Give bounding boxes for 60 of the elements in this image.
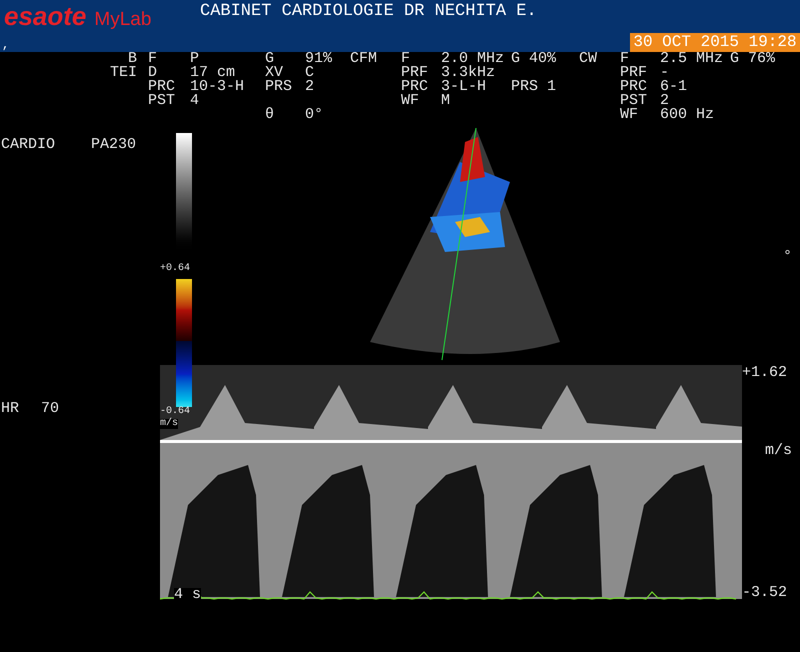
velocity-min-label: -3.52 xyxy=(742,586,788,600)
parameter-value: 40% xyxy=(529,52,556,66)
parameter-name: G xyxy=(511,52,520,66)
parameter-value: 600 Hz xyxy=(660,106,714,123)
parameter-name: F xyxy=(620,50,630,67)
brand-logo: esaote xyxy=(4,2,86,30)
parameter-name: θ xyxy=(265,106,274,123)
velocity-unit-label: m/s xyxy=(764,444,792,458)
parameter-name: G xyxy=(265,50,274,67)
clinic-title: CABINET CARDIOLOGIE DR NECHITA E. xyxy=(200,3,537,21)
parameter-value: M xyxy=(441,92,450,109)
angle-mark: ° xyxy=(782,250,792,264)
scale-max-label: +0.64 xyxy=(160,264,190,274)
parameter-value: 6-1 xyxy=(660,78,688,95)
velocity-max-label: +1.62 xyxy=(742,366,788,380)
parameter-value: 17 cm xyxy=(190,64,236,81)
parameter-name: WF xyxy=(620,106,638,123)
parameter-name: PRC xyxy=(620,78,648,95)
scale-unit-label: m/s xyxy=(160,419,178,429)
parameter-value: 91% xyxy=(305,50,332,67)
parameter-value: 4 xyxy=(190,92,200,109)
parameter-value: P xyxy=(190,50,200,67)
parameter-value: 3-L-H xyxy=(441,78,486,95)
mode-label: B xyxy=(128,50,137,67)
parameter-name: PST xyxy=(620,92,648,109)
parameter-name: PRC xyxy=(148,78,176,95)
heart-rate-label: HR xyxy=(1,402,20,416)
parameter-name: PRS xyxy=(511,80,538,94)
parameter-name: PST xyxy=(148,92,176,109)
parameter-name: XV xyxy=(265,64,284,81)
mode-label: TEI xyxy=(110,64,137,81)
parameter-value: 2 xyxy=(305,78,314,95)
parameter-name: F xyxy=(401,50,410,67)
parameter-name: PRF xyxy=(401,64,428,81)
parameter-value: C xyxy=(305,64,314,81)
parameter-name: F xyxy=(148,50,158,67)
parameter-value: - xyxy=(660,64,670,81)
scale-min-label: -0.64 xyxy=(160,407,190,417)
parameter-name: WF xyxy=(401,92,420,109)
sweep-speed-label: 4 s xyxy=(174,588,202,602)
preset-label: CARDIO xyxy=(1,138,56,152)
status-mark: , xyxy=(2,38,10,52)
parameter-name: G xyxy=(730,52,740,66)
parameter-value: 2.5 MHz xyxy=(660,50,724,67)
parameter-name: D xyxy=(148,64,158,81)
parameter-name: PRF xyxy=(620,64,648,81)
parameter-value: 76% xyxy=(748,52,776,66)
parameter-value: 2 xyxy=(660,92,670,109)
parameter-name: PRS xyxy=(265,78,292,95)
parameter-name: PRC xyxy=(401,78,428,95)
mode-label: CFM xyxy=(350,50,378,67)
heart-rate-value: 70 xyxy=(41,402,60,416)
parameter-value: 0° xyxy=(305,106,324,123)
probe-label: PA230 xyxy=(91,138,136,152)
parameter-value: 1 xyxy=(547,80,556,94)
parameter-value: 10-3-H xyxy=(190,78,244,95)
parameter-value: 3.3kHz xyxy=(441,64,496,81)
date-time: 30 OCT 2015 19:28 xyxy=(630,33,800,52)
product-logo: MyLab xyxy=(94,10,152,30)
mode-label: CW xyxy=(579,50,598,67)
